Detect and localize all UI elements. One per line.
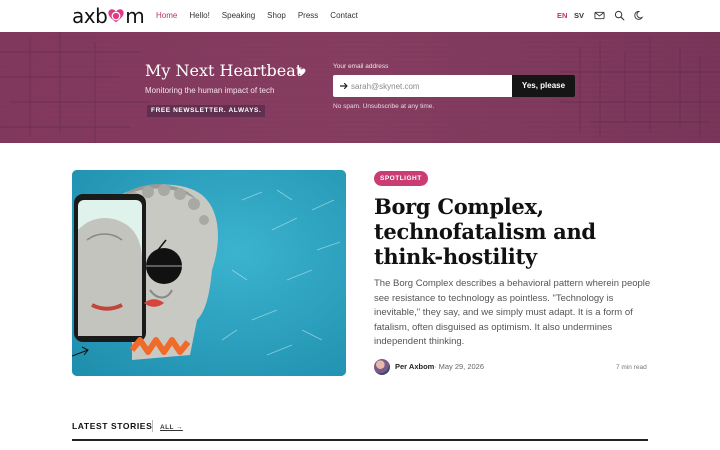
newsletter-badge: FREE NEWSLETTER. ALWAYS.: [147, 105, 266, 117]
arrow-right-icon: [339, 82, 348, 90]
spotlight-tag[interactable]: SPOTLIGHT: [374, 171, 428, 186]
author-avatar: [374, 359, 390, 375]
featured-article-title[interactable]: Borg Complex, technofatalism and think-h…: [374, 194, 654, 269]
email-field-container: [333, 75, 513, 97]
logo-text-left: axb: [72, 4, 108, 28]
featured-article-excerpt: The Borg Complex describes a behavioral …: [374, 278, 651, 347]
nav-home[interactable]: Home: [156, 11, 177, 21]
author-name[interactable]: Per Axbom: [395, 362, 434, 372]
nav-shop[interactable]: Shop: [267, 11, 286, 21]
nav-speaking[interactable]: Speaking: [222, 11, 255, 21]
language-sv[interactable]: SV: [574, 11, 584, 21]
newsletter-subtitle: Monitoring the human impact of tech: [145, 86, 275, 95]
no-spam-note: No spam. Unsubscribe at any time.: [333, 103, 435, 110]
all-stories-link[interactable]: ALL →: [160, 423, 183, 432]
email-label: Your email address: [333, 63, 389, 70]
nav-contact[interactable]: Contact: [330, 11, 358, 21]
section-rule: [72, 439, 648, 441]
search-icon[interactable]: [614, 10, 625, 21]
logo-text-right: m: [125, 4, 145, 28]
heart-icon: [297, 68, 306, 76]
publish-date: · May 29, 2026: [434, 362, 485, 371]
read-time: 7 min read: [616, 364, 647, 371]
newsletter-title: My Next Heartbeat: [145, 61, 303, 80]
language-en[interactable]: EN: [557, 11, 567, 21]
featured-article-image[interactable]: [72, 170, 346, 376]
moon-icon[interactable]: [634, 10, 645, 21]
top-navigation-bar: axb m Home Hello! Speaking Shop Press Co…: [0, 0, 720, 32]
statue-collage-illustration: [72, 170, 346, 376]
site-logo[interactable]: axb m: [72, 4, 145, 28]
nav-press[interactable]: Press: [298, 11, 318, 21]
heading-divider: [152, 420, 153, 432]
email-input[interactable]: [351, 75, 509, 97]
mail-icon[interactable]: [594, 10, 605, 21]
main-nav: Home Hello! Speaking Shop Press Contact: [156, 11, 370, 21]
nav-hello[interactable]: Hello!: [189, 11, 209, 21]
heart-logo-icon: [108, 9, 124, 23]
latest-stories-heading: LATEST STORIES: [72, 421, 153, 431]
subscribe-button[interactable]: Yes, please: [512, 75, 575, 97]
newsletter-hero: My Next Heartbeat Monitoring the human i…: [0, 32, 720, 143]
